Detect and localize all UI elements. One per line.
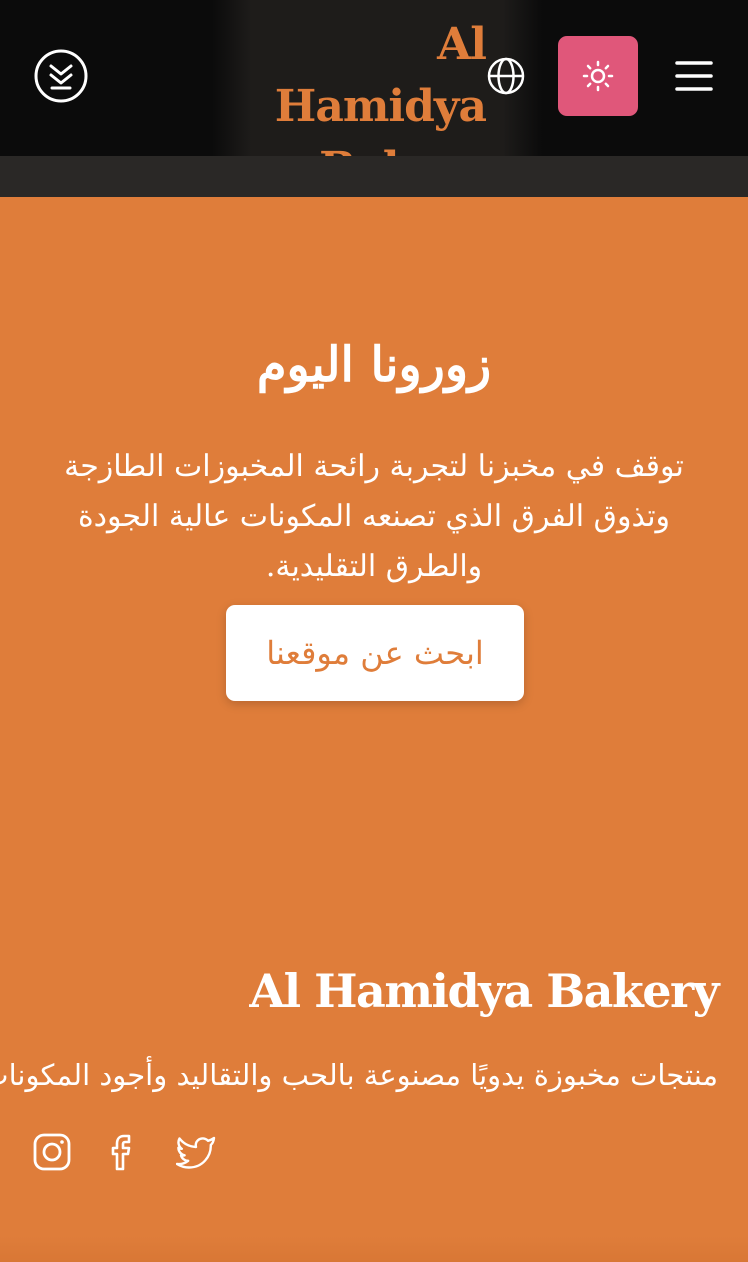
hamburger-menu-icon[interactable] xyxy=(674,58,714,94)
site-header: Al Hamidya Bakery xyxy=(0,0,748,194)
page: Al Hamidya Bakery xyxy=(0,0,748,1262)
theme-toggle-button[interactable] xyxy=(558,36,638,116)
header-shadow-strip xyxy=(0,156,748,197)
bottom-fade xyxy=(0,1236,748,1262)
sun-icon xyxy=(582,60,614,92)
visit-description: توقف في مخبزنا لتجربة رائحة المخبوزات ال… xyxy=(64,449,684,584)
footer-brand: Al Hamidya Bakery xyxy=(249,964,719,1018)
globe-icon[interactable] xyxy=(486,56,526,96)
brand-logo[interactable]: Al Hamidya Bakery xyxy=(222,14,487,194)
twitter-icon[interactable] xyxy=(175,1132,216,1172)
find-location-button[interactable]: ابحث عن موقعنا xyxy=(226,605,524,701)
brand-line-1: Al Hamidya xyxy=(274,19,487,132)
instagram-icon[interactable] xyxy=(32,1132,72,1172)
facebook-icon[interactable] xyxy=(104,1132,144,1172)
visit-title: زورونا اليوم xyxy=(256,337,492,393)
chevrons-down-circle-icon[interactable] xyxy=(33,48,89,104)
footer-tagline: منتجات مخبوزة يدويًا مصنوعة بالحب والتقا… xyxy=(0,1058,718,1092)
